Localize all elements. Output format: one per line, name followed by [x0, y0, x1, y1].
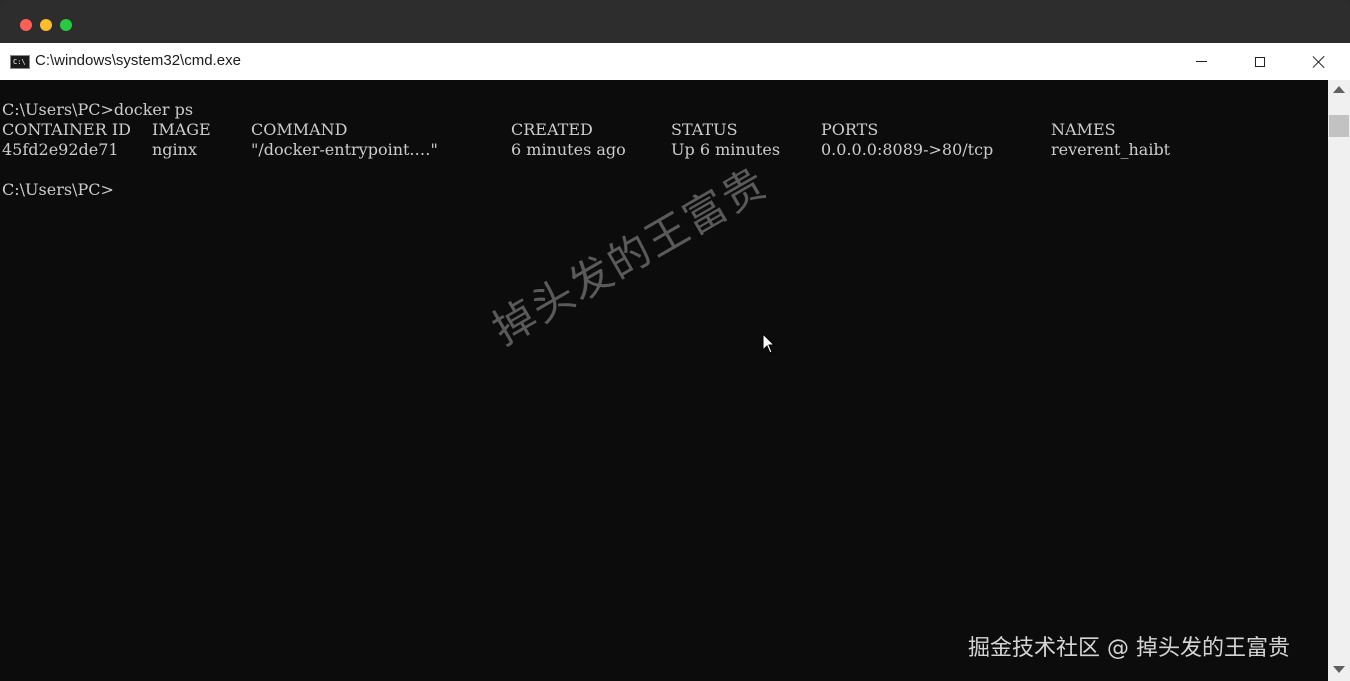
- mac-close-dot[interactable]: [20, 19, 32, 31]
- cell-ports: 0.0.0.0:8089->80/tcp: [821, 140, 994, 159]
- window-title: C:\windows\system32\cmd.exe: [35, 52, 241, 69]
- cmd-titlebar[interactable]: C:\windows\system32\cmd.exe: [0, 43, 1350, 80]
- scroll-up-arrow-icon[interactable]: [1333, 86, 1345, 93]
- close-button[interactable]: [1290, 43, 1348, 80]
- maximize-button[interactable]: [1231, 43, 1289, 80]
- cell-status: Up 6 minutes: [671, 140, 781, 159]
- header-container-id: CONTAINER ID: [2, 120, 131, 139]
- cell-command: "/docker-entrypoint.…": [251, 140, 438, 159]
- header-status: STATUS: [671, 120, 738, 139]
- header-command: COMMAND: [251, 120, 348, 139]
- cell-image: nginx: [152, 140, 197, 159]
- scroll-down-arrow-icon[interactable]: [1333, 666, 1345, 673]
- final-prompt[interactable]: C:\Users\PC>: [2, 180, 114, 200]
- header-ports: PORTS: [821, 120, 879, 139]
- scroll-thumb[interactable]: [1329, 115, 1349, 137]
- close-icon: [1312, 55, 1326, 69]
- header-created: CREATED: [511, 120, 593, 139]
- header-image: IMAGE: [152, 120, 211, 139]
- vertical-scrollbar[interactable]: [1328, 80, 1350, 681]
- mac-minimize-dot[interactable]: [40, 19, 52, 31]
- corner-watermark: 掘金技术社区 @ 掉头发的王富贵: [968, 636, 1290, 661]
- minimize-icon: [1195, 61, 1207, 62]
- table-header-row: CONTAINER ID IMAGE COMMAND CREATED STATU…: [0, 120, 1328, 140]
- console-output[interactable]: C:\Users\PC>docker ps CONTAINER ID IMAGE…: [0, 80, 1328, 681]
- maximize-icon: [1255, 56, 1265, 67]
- minimize-button[interactable]: [1172, 43, 1230, 80]
- mac-zoom-dot[interactable]: [60, 19, 72, 31]
- cell-container-id: 45fd2e92de71: [2, 140, 119, 159]
- cmd-app-icon: [10, 55, 30, 69]
- mac-window-bar: [0, 0, 1350, 43]
- cell-names: reverent_haibt: [1051, 140, 1171, 159]
- table-row: 45fd2e92de71 nginx "/docker-entrypoint.……: [0, 140, 1328, 160]
- header-names: NAMES: [1051, 120, 1116, 139]
- cell-created: 6 minutes ago: [511, 140, 626, 159]
- prompt-command-line: C:\Users\PC>docker ps: [2, 100, 194, 119]
